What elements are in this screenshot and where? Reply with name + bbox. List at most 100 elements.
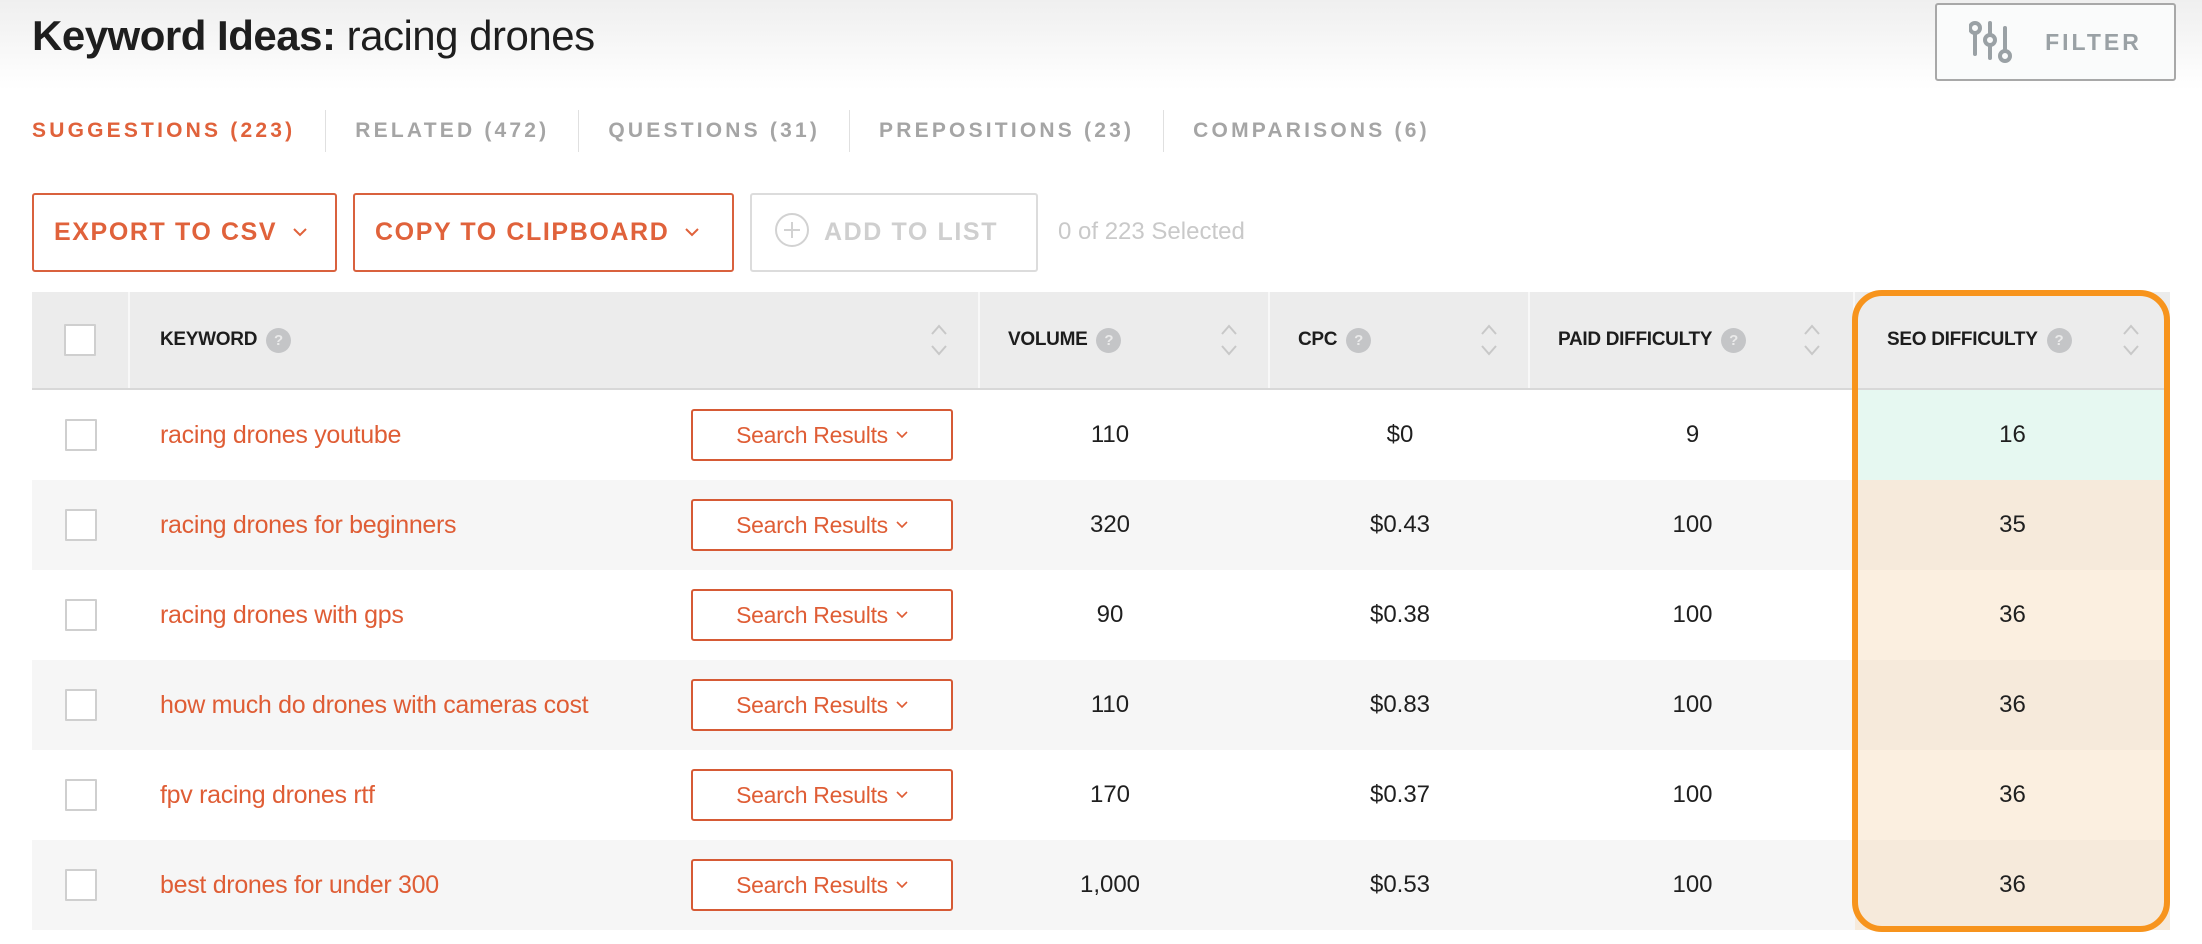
copy-clipboard-label: COPY TO CLIPBOARD [375,217,670,246]
tab-prepositions[interactable]: PREPOSITIONS (23) [879,119,1134,143]
sort-icon[interactable] [1220,322,1238,358]
keyword-link[interactable]: racing drones with gps [160,601,404,630]
paid-difficulty-cell: 100 [1672,871,1713,898]
chevron-down-icon [293,227,307,237]
seo-difficulty-cell: 16 [1855,390,2170,480]
row-checkbox[interactable] [65,509,97,541]
sort-icon[interactable] [2122,322,2140,358]
select-all-checkbox[interactable] [64,324,96,356]
column-keyword[interactable]: KEYWORD ? [130,292,980,388]
tab-divider [1163,110,1165,152]
row-checkbox[interactable] [65,599,97,631]
page-title-query: racing drones [346,12,595,59]
page-title: Keyword Ideas: racing drones [32,12,595,60]
row-checkbox[interactable] [65,419,97,451]
table-row: best drones for under 300 Search Results… [32,840,2170,930]
cpc-cell: $0.83 [1369,691,1431,718]
row-checkbox[interactable] [65,869,97,901]
row-select-cell [32,570,130,660]
chevron-down-icon [896,431,908,439]
tab-comparisons[interactable]: COMPARISONS (6) [1193,119,1430,143]
table-row: racing drones youtube Search Results 110… [32,390,2170,480]
seo-difficulty-cell: 36 [1855,750,2170,840]
seo-difficulty-cell: 36 [1855,570,2170,660]
cpc-cell: $0.37 [1369,781,1431,808]
volume-cell: 110 [1090,421,1130,448]
cpc-cell: $0.38 [1369,601,1431,628]
search-results-button[interactable]: Search Results [691,859,953,911]
column-paid-difficulty[interactable]: PAID DIFFICULTY ? [1530,292,1855,388]
search-results-label: Search Results [736,511,888,538]
chevron-down-icon [896,521,908,529]
search-results-label: Search Results [736,421,888,448]
chevron-down-icon [685,227,700,237]
volume-cell: 90 [1096,601,1124,628]
volume-cell: 110 [1090,691,1130,718]
table-header: KEYWORD ? VOLUME ? CPC ? PAID DIFFICULTY… [32,292,2170,390]
help-icon[interactable]: ? [1721,327,1747,353]
keyword-link[interactable]: racing drones youtube [160,421,401,450]
add-to-list-label: ADD TO LIST [824,217,999,246]
tab-divider [578,110,580,152]
search-results-label: Search Results [736,601,888,628]
row-checkbox[interactable] [65,689,97,721]
search-results-button[interactable]: Search Results [691,769,953,821]
column-keyword-label: KEYWORD [160,329,258,350]
chevron-down-icon [896,611,908,619]
search-results-label: Search Results [736,871,888,898]
seo-difficulty-cell: 36 [1855,840,2170,930]
search-results-button[interactable]: Search Results [691,499,953,551]
keyword-link[interactable]: fpv racing drones rtf [160,781,375,810]
sliders-icon [1969,20,2015,64]
column-volume[interactable]: VOLUME ? [980,292,1270,388]
keyword-link[interactable]: racing drones for beginners [160,511,457,540]
plus-circle-icon [774,212,810,253]
help-icon[interactable]: ? [1346,327,1372,353]
volume-cell: 320 [1089,511,1131,538]
keyword-cell: best drones for under 300 Search Results [130,840,980,930]
export-csv-label: EXPORT TO CSV [54,217,278,246]
tab-questions[interactable]: QUESTIONS (31) [608,119,820,143]
row-select-cell [32,750,130,840]
add-to-list-button[interactable]: ADD TO LIST [750,192,1038,272]
paid-difficulty-cell: 9 [1685,421,1700,448]
tab-suggestions[interactable]: SUGGESTIONS (223) [32,119,295,143]
column-seo-difficulty[interactable]: SEO DIFFICULTY ? [1855,292,2170,388]
tab-divider [849,110,851,152]
selection-count: 0 of 223 Selected [1058,218,1245,245]
sort-icon[interactable] [1803,322,1821,358]
row-select-cell [32,840,130,930]
seo-difficulty-cell: 36 [1855,660,2170,750]
row-select-cell [32,660,130,750]
row-checkbox[interactable] [65,779,97,811]
help-icon[interactable]: ? [2046,327,2072,353]
chevron-down-icon [896,701,908,709]
table-row: how much do drones with cameras cost Sea… [32,660,2170,750]
export-csv-button[interactable]: EXPORT TO CSV [32,192,337,272]
cpc-cell: $0.53 [1369,871,1431,898]
search-results-button[interactable]: Search Results [691,589,953,641]
copy-clipboard-button[interactable]: COPY TO CLIPBOARD [353,192,734,272]
help-icon[interactable]: ? [266,327,292,353]
keyword-link[interactable]: best drones for under 300 [160,871,439,900]
sort-icon[interactable] [1480,322,1498,358]
cpc-cell: $0 [1386,421,1414,448]
keyword-cell: how much do drones with cameras cost Sea… [130,660,980,750]
search-results-label: Search Results [736,781,888,808]
keyword-cell: fpv racing drones rtf Search Results [130,750,980,840]
keyword-cell: racing drones for beginners Search Resul… [130,480,980,570]
keyword-link[interactable]: how much do drones with cameras cost [160,691,589,720]
sort-icon[interactable] [930,322,948,358]
page-title-prefix: Keyword Ideas: [32,12,336,59]
keyword-tabs: SUGGESTIONS (223) RELATED (472) QUESTION… [32,110,1430,152]
search-results-button[interactable]: Search Results [691,409,953,461]
help-icon[interactable]: ? [1096,327,1122,353]
filter-button[interactable]: FILTER [1935,3,2176,81]
seo-difficulty-cell: 35 [1855,480,2170,570]
cpc-cell: $0.43 [1369,511,1431,538]
volume-cell: 170 [1089,781,1131,808]
column-paid-difficulty-label: PAID DIFFICULTY [1558,329,1713,350]
search-results-button[interactable]: Search Results [691,679,953,731]
tab-related[interactable]: RELATED (472) [355,119,549,143]
column-cpc[interactable]: CPC ? [1270,292,1530,388]
